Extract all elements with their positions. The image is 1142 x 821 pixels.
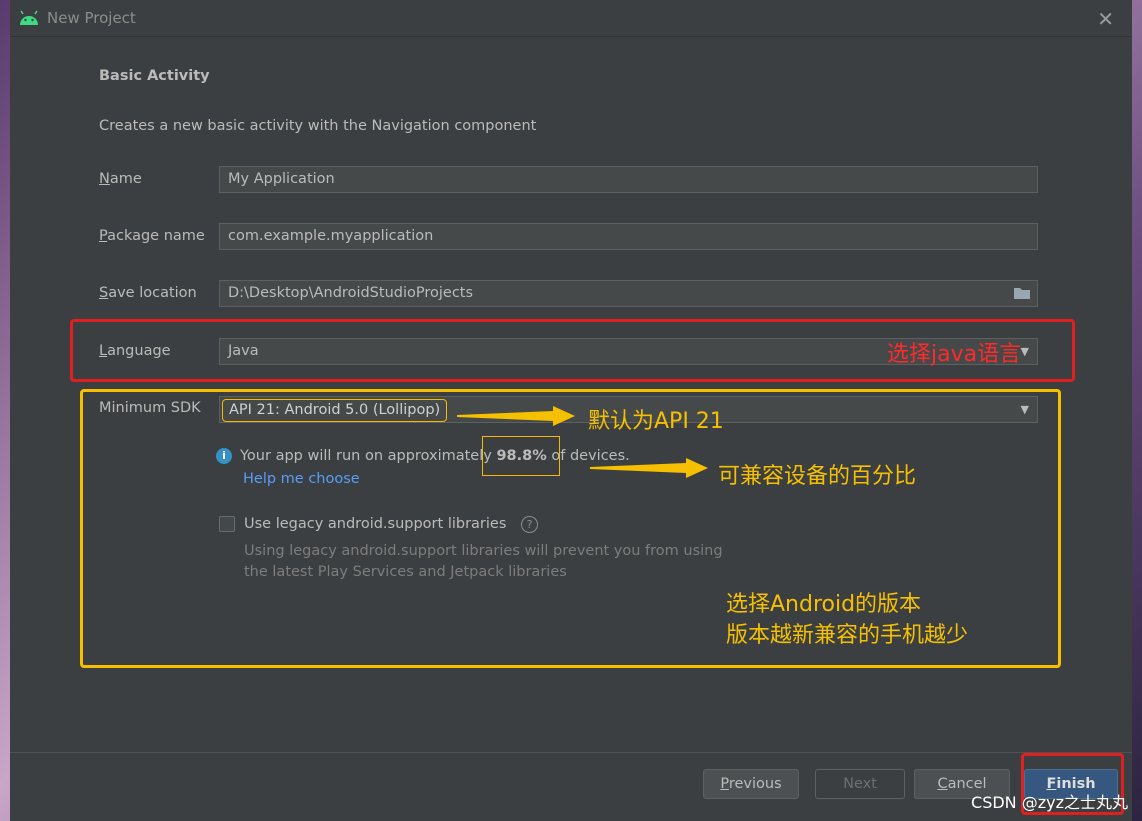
package-name-label: Package name [99, 228, 205, 244]
package-name-input[interactable]: com.example.myapplication [219, 223, 1038, 250]
footer-divider [10, 752, 1132, 753]
new-project-dialog: New Project ✕ Basic Activity Creates a n… [10, 0, 1132, 821]
save-location-label: Save location [99, 285, 197, 301]
watermark: CSDN @zyz之士丸丸 [971, 793, 1128, 812]
folder-icon[interactable] [1013, 286, 1031, 300]
percent-annotation: 可兼容设备的百分比 [718, 464, 917, 489]
android-icon [20, 10, 38, 25]
sdk-default-annotation: 默认为API 21 [588, 409, 724, 434]
next-button[interactable]: Next [815, 769, 905, 799]
template-description: Creates a new basic activity with the Na… [99, 118, 537, 134]
name-label: Name [99, 171, 142, 187]
save-location-input[interactable]: D:\Desktop\AndroidStudioProjects [219, 280, 1038, 307]
version-annotation-line2: 版本越新兼容的手机越少 [726, 623, 969, 648]
template-heading: Basic Activity [99, 68, 210, 84]
arrow-icon [457, 406, 575, 426]
title-bar: New Project ✕ [10, 0, 1132, 37]
arrow-icon [590, 458, 708, 478]
version-annotation-line1: 选择Android的版本 [726, 592, 922, 617]
window-title: New Project [47, 9, 136, 27]
close-icon[interactable]: ✕ [1097, 7, 1114, 31]
language-annotation-text: 选择java语言 [887, 342, 1022, 367]
previous-button[interactable]: Previous [703, 769, 799, 799]
name-input[interactable]: My Application [219, 166, 1038, 193]
